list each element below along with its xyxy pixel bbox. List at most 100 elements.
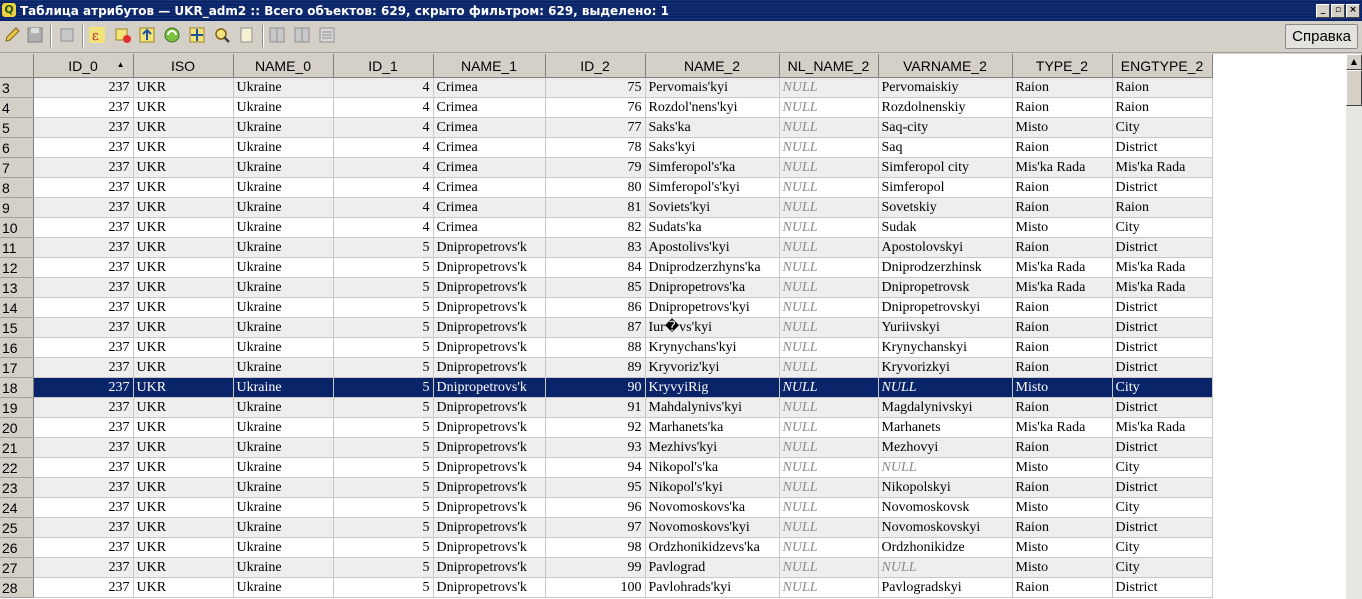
cell-name_0[interactable]: Ukraine [233,137,334,158]
table-row[interactable]: 16 237 UKR Ukraine 5 Dnipropetrovs'k 88 Krynych… [0,337,1213,358]
cell-varname_2[interactable]: Magdalynivskyi [878,397,1013,418]
table-row[interactable]: 27 237 UKR Ukraine 5 Dnipropetrovs'k 99 Pavlogr… [0,557,1213,578]
table-corner[interactable] [0,54,34,78]
cell-engtype_2[interactable]: Raion [1112,197,1213,218]
delete-icon[interactable] [56,24,78,46]
cell-nl_name_2[interactable]: NULL [779,97,879,118]
cell-name_1[interactable]: Dnipropetrovs'k [433,497,546,518]
cell-type_2[interactable]: Mis'ka Rada [1012,257,1113,278]
cell-type_2[interactable]: Mis'ka Rada [1012,277,1113,298]
cell-iso[interactable]: UKR [133,497,234,518]
cell-id_2[interactable]: 85 [545,277,646,298]
cell-nl_name_2[interactable]: NULL [779,157,879,178]
cell-type_2[interactable]: Raion [1012,137,1113,158]
cell-id_1[interactable]: 5 [333,297,434,318]
cell-name_0[interactable]: Ukraine [233,337,334,358]
cell-iso[interactable]: UKR [133,297,234,318]
cell-id_2[interactable]: 93 [545,437,646,458]
table-row[interactable]: 14 237 UKR Ukraine 5 Dnipropetrovs'k 86 Dniprop… [0,297,1213,318]
cell-id_1[interactable]: 5 [333,277,434,298]
cell-iso[interactable]: UKR [133,217,234,238]
cell-type_2[interactable]: Raion [1012,237,1113,258]
cell-name_2[interactable]: Pervomais'kyi [645,77,780,98]
cell-iso[interactable]: UKR [133,197,234,218]
cell-id_1[interactable]: 5 [333,457,434,478]
cell-engtype_2[interactable]: District [1112,577,1213,598]
cell-name_2[interactable]: Kryvoriz'kyi [645,357,780,378]
cell-name_0[interactable]: Ukraine [233,397,334,418]
row-number[interactable]: 22 [0,457,34,478]
zoom-icon[interactable] [211,24,233,46]
deselect-icon[interactable] [112,24,134,46]
pencil-icon[interactable] [1,24,23,46]
cell-id_2[interactable]: 81 [545,197,646,218]
cell-nl_name_2[interactable]: NULL [779,297,879,318]
cell-name_2[interactable]: Mezhivs'kyi [645,437,780,458]
row-number[interactable]: 16 [0,337,34,358]
cell-iso[interactable]: UKR [133,457,234,478]
cell-engtype_2[interactable]: Raion [1112,97,1213,118]
cell-id_0[interactable]: 237 [33,577,134,598]
cell-nl_name_2[interactable]: NULL [779,437,879,458]
cell-id_2[interactable]: 86 [545,297,646,318]
cell-name_0[interactable]: Ukraine [233,277,334,298]
cell-engtype_2[interactable]: Raion [1112,77,1213,98]
cell-name_2[interactable]: Pavlograd [645,557,780,578]
cell-name_1[interactable]: Crimea [433,217,546,238]
cell-id_0[interactable]: 237 [33,517,134,538]
cell-iso[interactable]: UKR [133,277,234,298]
cell-iso[interactable]: UKR [133,377,234,398]
cell-engtype_2[interactable]: District [1112,297,1213,318]
cell-engtype_2[interactable]: Mis'ka Rada [1112,257,1213,278]
cell-id_0[interactable]: 237 [33,177,134,198]
table-row[interactable]: 24 237 UKR Ukraine 5 Dnipropetrovs'k 96 Novomos… [0,497,1213,518]
cell-id_2[interactable]: 84 [545,257,646,278]
row-number[interactable]: 4 [0,97,34,118]
cell-id_2[interactable]: 92 [545,417,646,438]
row-number[interactable]: 23 [0,477,34,498]
cell-nl_name_2[interactable]: NULL [779,337,879,358]
cell-name_1[interactable]: Dnipropetrovs'k [433,437,546,458]
cell-name_2[interactable]: Pavlohrads'kyi [645,577,780,598]
cell-iso[interactable]: UKR [133,397,234,418]
row-number[interactable]: 6 [0,137,34,158]
cell-name_1[interactable]: Crimea [433,117,546,138]
cell-id_2[interactable]: 94 [545,457,646,478]
cell-name_2[interactable]: Dniprodzerzhyns'ka [645,257,780,278]
cell-iso[interactable]: UKR [133,237,234,258]
cell-id_2[interactable]: 75 [545,77,646,98]
cell-name_0[interactable]: Ukraine [233,237,334,258]
cell-id_2[interactable]: 95 [545,477,646,498]
cell-engtype_2[interactable]: Mis'ka Rada [1112,417,1213,438]
row-number[interactable]: 9 [0,197,34,218]
column-header-id_0[interactable]: ID_0 ▲ [33,54,134,78]
row-number[interactable]: 25 [0,517,34,538]
cell-type_2[interactable]: Raion [1012,477,1113,498]
cell-name_2[interactable]: Sudats'ka [645,217,780,238]
cell-id_0[interactable]: 237 [33,257,134,278]
cell-engtype_2[interactable]: City [1112,217,1213,238]
cell-id_2[interactable]: 97 [545,517,646,538]
cell-iso[interactable]: UKR [133,477,234,498]
cell-id_0[interactable]: 237 [33,357,134,378]
cell-nl_name_2[interactable]: NULL [779,497,879,518]
row-number[interactable]: 26 [0,537,34,558]
cell-nl_name_2[interactable]: NULL [779,417,879,438]
cell-id_1[interactable]: 5 [333,577,434,598]
cell-name_0[interactable]: Ukraine [233,417,334,438]
cell-name_0[interactable]: Ukraine [233,537,334,558]
column-header-id_1[interactable]: ID_1 [333,54,434,78]
cell-iso[interactable]: UKR [133,77,234,98]
cell-type_2[interactable]: Misto [1012,557,1113,578]
table-row[interactable]: 13 237 UKR Ukraine 5 Dnipropetrovs'k 85 Dniprop… [0,277,1213,298]
cell-name_1[interactable]: Dnipropetrovs'k [433,417,546,438]
row-number[interactable]: 10 [0,217,34,238]
cell-engtype_2[interactable]: District [1112,177,1213,198]
cell-id_1[interactable]: 5 [333,477,434,498]
cell-type_2[interactable]: Raion [1012,297,1113,318]
cell-id_1[interactable]: 4 [333,77,434,98]
cell-name_2[interactable]: Saks'ka [645,117,780,138]
column-header-name_1[interactable]: NAME_1 [433,54,546,78]
cell-name_1[interactable]: Dnipropetrovs'k [433,557,546,578]
cell-name_2[interactable]: Saks'kyi [645,137,780,158]
